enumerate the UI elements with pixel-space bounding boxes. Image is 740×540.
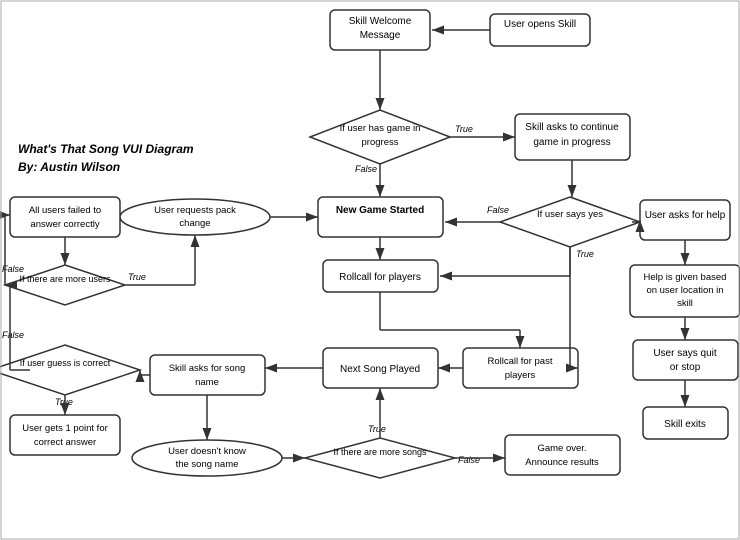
- all-users-failed-label: All users failed to: [29, 205, 101, 216]
- user-gets-point-label2: correct answer: [34, 437, 96, 448]
- user-doesnt-know-label: User doesn't know: [168, 446, 246, 457]
- game-in-progress-label: If user has game in: [340, 123, 421, 134]
- skill-continue-label2: game in progress: [533, 137, 610, 148]
- false-label-songs: False: [458, 455, 480, 465]
- rollcall-past-label: Rollcall for past: [488, 356, 553, 367]
- rollcall-past-label2: players: [505, 370, 536, 381]
- user-requests-pack-label2: change: [179, 218, 210, 229]
- true-label-more-users: True: [128, 272, 146, 282]
- next-song-label: Next Song Played: [340, 364, 420, 375]
- help-given-label2: on user location in: [646, 285, 723, 296]
- true-label-guess: True: [55, 397, 73, 407]
- skill-asks-song-label: Skill asks for song: [169, 363, 246, 374]
- user-asks-help-label: User asks for help: [645, 210, 726, 221]
- skill-exits-label: Skill exits: [664, 419, 706, 430]
- game-over-label2: Announce results: [525, 457, 599, 468]
- user-requests-pack-label: User requests pack: [154, 205, 236, 216]
- false-label-game: False: [355, 164, 377, 174]
- help-given-label3: skill: [677, 298, 693, 309]
- if-more-songs-label: If there are more songs: [333, 447, 427, 457]
- user-quit-label: User says quit: [653, 348, 717, 359]
- user-says-yes-label: If user says yes: [537, 209, 603, 220]
- flowchart-svg: Skill Welcome Message User opens Skill I…: [0, 0, 740, 540]
- false-label-guess: False: [2, 330, 24, 340]
- false-label-yes: False: [487, 205, 509, 215]
- skill-welcome-label2: Message: [360, 30, 401, 41]
- skill-welcome-label: Skill Welcome: [349, 16, 412, 27]
- if-more-users-label: If there are more users: [19, 274, 111, 284]
- if-guess-correct-label: If user guess is correct: [20, 358, 111, 368]
- new-game-label: New Game Started: [336, 205, 424, 216]
- rollcall-label: Rollcall for players: [339, 272, 421, 283]
- if-more-songs-diamond: [305, 438, 455, 478]
- user-quit-label2: or stop: [670, 362, 701, 373]
- true-label-game: True: [455, 124, 473, 134]
- user-opens-label: User opens Skill: [504, 19, 576, 30]
- user-doesnt-know-label2: the song name: [176, 459, 239, 470]
- help-given-label: Help is given based: [644, 272, 727, 283]
- all-users-failed-label2: answer correctly: [30, 219, 99, 230]
- skill-continue-label: Skill asks to continue: [525, 122, 619, 133]
- user-gets-point-label: User gets 1 point for: [22, 423, 108, 434]
- game-in-progress-label2: progress: [362, 137, 399, 148]
- skill-asks-song-label2: name: [195, 377, 219, 388]
- user-says-yes-diamond: [500, 197, 640, 247]
- game-over-label: Game over.: [537, 443, 586, 454]
- true-label-yes: True: [576, 249, 594, 259]
- true-label-songs: True: [368, 424, 386, 434]
